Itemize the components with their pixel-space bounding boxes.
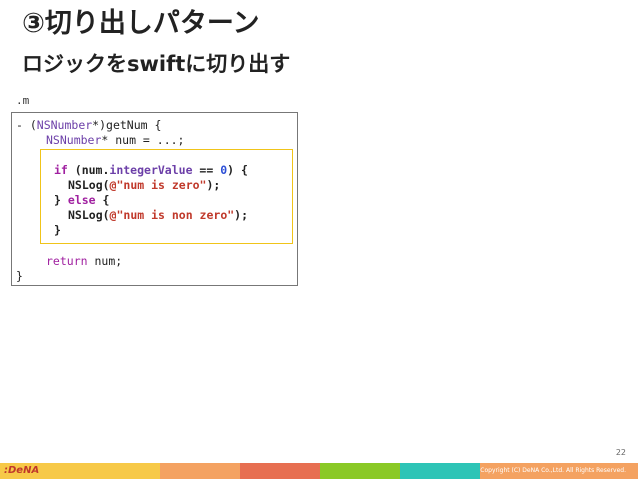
code-text: (num. — [67, 163, 110, 177]
code-text: NSLog( — [68, 178, 110, 192]
code-keyword: return — [46, 254, 88, 268]
code-text: ); — [234, 208, 249, 222]
code-line-5: } else { — [54, 193, 109, 208]
code-keyword: if — [54, 163, 68, 177]
slide: ③切り出しパターン ロジックをswiftに切り出す .m - (NSNumber… — [0, 0, 638, 479]
code-text: ); — [206, 178, 221, 192]
code-string: @"num is zero" — [109, 178, 207, 192]
code-type: NSNumber — [36, 118, 93, 132]
dena-logo: :DeNA — [4, 465, 40, 476]
code-line-1: - (NSNumber*)getNum { — [16, 118, 161, 133]
code-type: NSNumber — [46, 133, 102, 147]
code-keyword: else — [67, 193, 96, 207]
code-text: *)getNum { — [92, 118, 162, 132]
slide-title: ③切り出しパターン — [22, 8, 260, 39]
page-number: 22 — [615, 448, 626, 457]
code-line-9: } — [16, 269, 23, 283]
code-text: { — [95, 193, 110, 207]
footer-segment — [240, 463, 320, 479]
code-line-7: } — [54, 223, 61, 237]
footer-segment — [160, 463, 240, 479]
footer-segment — [80, 463, 160, 479]
code-text: ) { — [227, 163, 248, 177]
code-text: * num = ...; — [101, 133, 185, 147]
code-property: integerValue — [109, 163, 193, 177]
code-line-2: NSNumber* num = ...; — [46, 133, 184, 148]
file-extension-label: .m — [16, 94, 30, 107]
footer-segment — [400, 463, 480, 479]
code-text: } — [54, 193, 68, 207]
slide-subtitle: ロジックをswiftに切り出す — [22, 52, 291, 76]
code-text: == — [192, 163, 221, 177]
code-text: - ( — [16, 118, 37, 132]
code-line-8: return num; — [46, 254, 122, 269]
footer-segment — [320, 463, 400, 479]
copyright-text: Copyright (C) DeNA Co.,Ltd. All Rights R… — [480, 467, 626, 474]
code-line-3: if (num.integerValue == 0) { — [54, 163, 248, 178]
code-text: num; — [87, 254, 123, 268]
code-line-6: NSLog(@"num is non zero"); — [68, 208, 248, 223]
code-string: @"num is non zero" — [109, 208, 235, 222]
code-line-4: NSLog(@"num is zero"); — [68, 178, 220, 193]
code-text: NSLog( — [68, 208, 110, 222]
